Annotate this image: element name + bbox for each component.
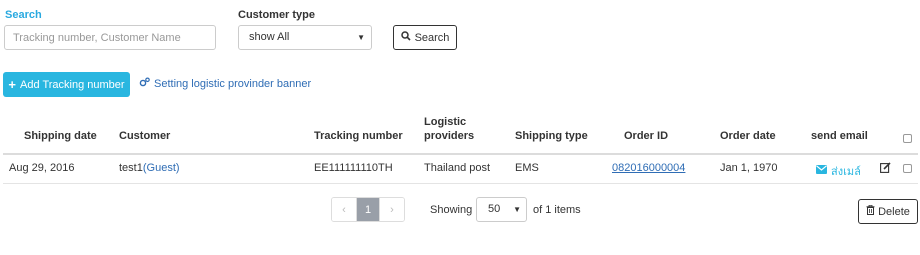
cell-customer: test1(Guest) <box>119 162 180 174</box>
edit-icon[interactable] <box>880 162 891 176</box>
header-tracking-number[interactable]: Tracking number <box>314 130 403 142</box>
header-order-id[interactable]: Order ID <box>624 130 668 142</box>
cell-logistic-provider: Thailand post <box>424 162 491 174</box>
customer-name: test1 <box>119 162 143 174</box>
page-size-select[interactable]: 50 ▼ <box>476 197 527 222</box>
setting-banner-link[interactable]: Setting logistic provinder banner <box>139 77 311 90</box>
next-page-button[interactable]: › <box>380 198 404 221</box>
page-size-value: 50 <box>488 203 501 215</box>
header-send-email: send email <box>811 130 868 142</box>
search-button-label: Search <box>414 31 450 44</box>
cell-order-date: Jan 1, 1970 <box>720 162 778 174</box>
send-email-link[interactable]: ส่งเมล์ <box>816 162 861 180</box>
row-divider <box>3 183 918 184</box>
current-page-button[interactable]: 1 <box>356 198 380 221</box>
select-all-checkbox[interactable] <box>903 134 912 143</box>
customer-type-tag: (Guest) <box>142 162 180 174</box>
add-tracking-button[interactable]: + Add Tracking number <box>3 72 130 97</box>
trash-icon <box>866 204 875 218</box>
gears-icon <box>139 77 150 90</box>
chevron-down-icon: ▼ <box>357 33 365 42</box>
customer-type-label: Customer type <box>238 9 316 21</box>
search-button[interactable]: Search <box>393 25 457 50</box>
header-customer[interactable]: Customer <box>119 130 170 142</box>
cell-shipping-type: EMS <box>515 162 539 174</box>
setting-banner-label: Setting logistic provinder banner <box>154 77 312 90</box>
header-logistic-providers-line1[interactable]: Logistic <box>424 116 466 128</box>
cell-tracking-number: EE111111110TH <box>314 162 393 174</box>
header-shipping-type[interactable]: Shipping type <box>515 130 588 142</box>
row-checkbox[interactable] <box>903 164 912 173</box>
header-shipping-date[interactable]: Shipping date <box>24 130 97 142</box>
items-count: of 1 items <box>533 204 581 216</box>
header-order-date[interactable]: Order date <box>720 130 776 142</box>
customer-type-value: show All <box>249 31 290 43</box>
prev-page-button[interactable]: ‹ <box>332 198 356 221</box>
delete-button-label: Delete <box>878 205 910 218</box>
chevron-down-icon: ▼ <box>513 205 521 214</box>
search-input[interactable] <box>4 25 216 50</box>
add-tracking-label: Add Tracking number <box>20 78 125 91</box>
delete-button[interactable]: Delete <box>858 199 918 224</box>
cell-shipping-date: Aug 29, 2016 <box>9 162 75 174</box>
header-divider <box>3 153 918 155</box>
showing-label: Showing <box>430 204 473 216</box>
search-label: Search <box>5 9 42 21</box>
envelope-icon <box>816 165 827 177</box>
order-id-link[interactable]: 082016000004 <box>612 162 685 174</box>
send-email-label: ส่งเมล์ <box>831 166 861 178</box>
header-logistic-providers-line2[interactable]: providers <box>424 130 474 142</box>
pagination: ‹ 1 › <box>331 197 405 222</box>
customer-type-select[interactable]: show All ▼ <box>238 25 372 50</box>
search-icon <box>400 31 411 44</box>
plus-icon: + <box>8 77 17 92</box>
